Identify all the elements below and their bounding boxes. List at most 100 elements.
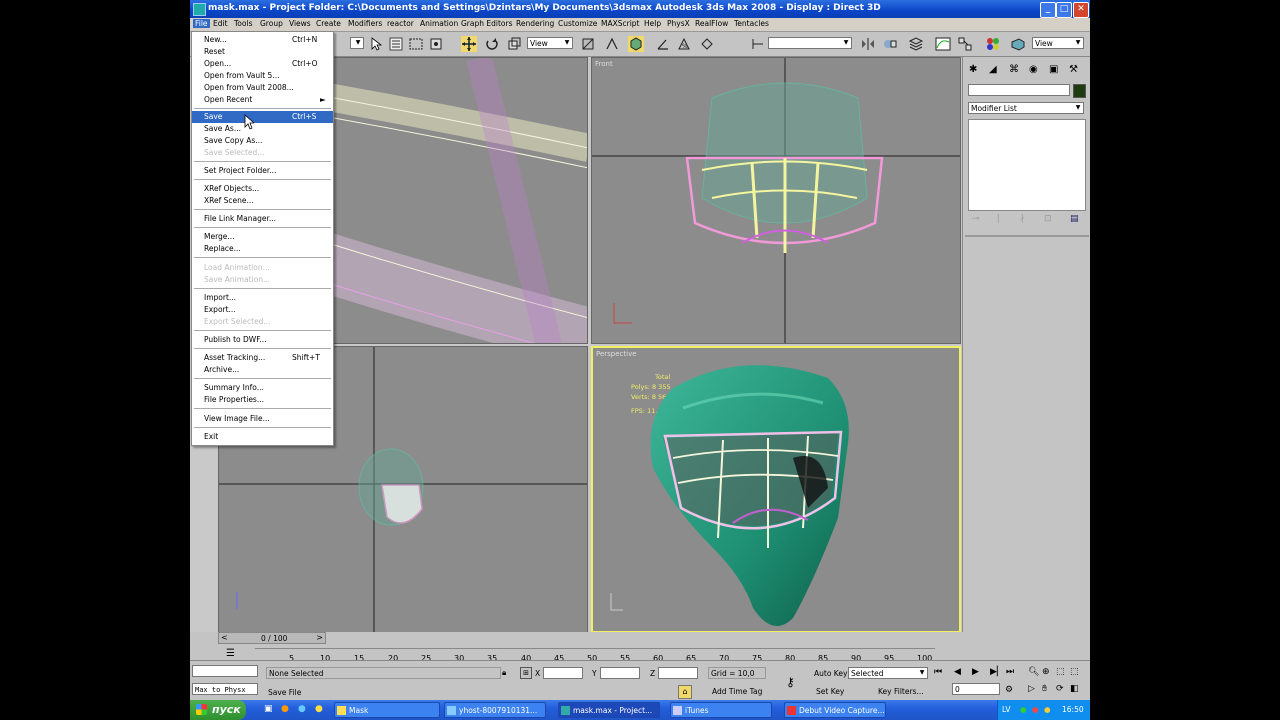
make-unique-icon[interactable]: ∤: [1020, 214, 1025, 224]
zoom-extents-icon[interactable]: ⬚: [1056, 667, 1065, 677]
menu-item-save-copy-as[interactable]: Save Copy As...: [192, 135, 333, 147]
layer-manager-icon[interactable]: [908, 36, 924, 52]
menu-reactor[interactable]: reactor: [387, 19, 414, 28]
menu-item-exit[interactable]: Exit: [192, 431, 333, 443]
time-configuration-icon[interactable]: ⚙: [1005, 685, 1013, 695]
go-to-start-icon[interactable]: ⏮: [934, 667, 942, 677]
menu-item-save-as[interactable]: Save As...: [192, 123, 333, 135]
scale-icon[interactable]: [506, 36, 522, 52]
viewport-front[interactable]: Front: [591, 57, 961, 344]
menu-rendering[interactable]: Rendering: [516, 19, 554, 28]
auto-key-button[interactable]: Auto Key: [814, 669, 847, 678]
select-object-icon[interactable]: [368, 36, 384, 52]
rotate-icon[interactable]: [484, 36, 500, 52]
menu-tools[interactable]: Tools: [234, 19, 252, 28]
menu-animation[interactable]: Animation: [420, 19, 458, 28]
menu-item-new[interactable]: New... Ctrl+N: [192, 34, 333, 46]
configure-modifier-sets-icon[interactable]: ▤: [1070, 214, 1079, 224]
move-icon[interactable]: [461, 36, 477, 52]
time-tag-icon[interactable]: ⌂: [678, 685, 692, 699]
tray-app-icon[interactable]: ●: [1032, 705, 1039, 714]
quick-launch-firefox-icon[interactable]: ●: [281, 704, 289, 714]
menu-help[interactable]: Help: [644, 19, 661, 28]
region-select-icon[interactable]: [408, 36, 424, 52]
curve-editor-icon[interactable]: [935, 36, 951, 52]
menu-item-reset[interactable]: Reset: [192, 46, 333, 58]
taskbar-item-3dsmax[interactable]: mask.max - Project...: [558, 702, 660, 718]
absolute-mode-icon[interactable]: ⊞: [520, 667, 532, 679]
z-coordinate-field[interactable]: [658, 667, 698, 679]
maxscript-mini-listener[interactable]: [192, 665, 258, 677]
quick-launch-ie-icon[interactable]: ●: [298, 704, 306, 714]
modifier-stack[interactable]: [968, 119, 1086, 211]
taskbar-item-debut-video-capture[interactable]: Debut Video Capture...: [784, 702, 886, 718]
viewport-perspective[interactable]: Perspective Total Polys: 8 355 Verts: 8 …: [591, 346, 961, 633]
y-coordinate-field[interactable]: [600, 667, 640, 679]
menu-item-export[interactable]: Export...: [192, 304, 333, 316]
render-type-combo[interactable]: View ▼: [1032, 37, 1084, 49]
select-by-name-icon[interactable]: [388, 36, 404, 52]
taskbar-item-itunes[interactable]: iTunes: [670, 702, 772, 718]
create-tab-icon[interactable]: ✱: [969, 64, 977, 75]
window-crossing-icon[interactable]: [428, 36, 444, 52]
zoom-icon[interactable]: 🔍︎: [1028, 667, 1039, 677]
pivot-icon[interactable]: [580, 36, 596, 52]
object-color-swatch[interactable]: [1073, 84, 1086, 98]
edit-named-selection-icon[interactable]: [750, 36, 766, 52]
angle-snap-icon[interactable]: [655, 36, 671, 52]
menu-create[interactable]: Create: [316, 19, 341, 28]
maximize-button[interactable]: □: [1056, 2, 1072, 18]
menu-realflow[interactable]: RealFlow: [695, 19, 728, 28]
go-to-end-icon[interactable]: ⏭: [1006, 667, 1014, 677]
selection-filter-combo[interactable]: ▼: [350, 37, 364, 49]
menu-edit[interactable]: Edit: [213, 19, 228, 28]
quick-launch-folder-icon[interactable]: ●: [315, 704, 323, 714]
menu-tentacles[interactable]: Tentacles: [734, 19, 769, 28]
next-frame-icon[interactable]: ▶▏: [990, 667, 1004, 677]
menu-item-publish-to-dwf[interactable]: Publish to DWF...: [192, 334, 333, 346]
tray-app-icon[interactable]: ●: [1044, 705, 1051, 714]
taskbar-item-browser[interactable]: yhost-8007910131...: [444, 702, 546, 718]
object-name-field[interactable]: [968, 84, 1070, 96]
menu-item-open-recent[interactable]: Open Recent ►: [192, 94, 333, 106]
menu-item-set-project-folder[interactable]: Set Project Folder...: [192, 165, 333, 177]
menu-views[interactable]: Views: [289, 19, 311, 28]
mirror-icon[interactable]: [860, 36, 876, 52]
hierarchy-tab-icon[interactable]: ⌘: [1009, 64, 1019, 75]
snap-3d-icon[interactable]: [628, 36, 644, 52]
tray-app-icon[interactable]: ●: [1020, 705, 1027, 714]
taskbar-item-mask-folder[interactable]: Mask: [334, 702, 440, 718]
zoom-extents-all-icon[interactable]: ⬚: [1070, 667, 1079, 677]
menu-item-replace[interactable]: Replace...: [192, 243, 333, 255]
close-button[interactable]: ✕: [1073, 2, 1089, 18]
modify-tab-icon[interactable]: ◢: [989, 64, 997, 75]
menu-file[interactable]: File: [193, 19, 210, 28]
manipulate-icon[interactable]: [604, 36, 620, 52]
menu-item-open-from-vault-2008[interactable]: Open from Vault 2008...: [192, 82, 333, 94]
menu-item-summary-info[interactable]: Summary Info...: [192, 382, 333, 394]
set-key-button[interactable]: Set Key: [816, 687, 844, 696]
minimize-button[interactable]: _: [1040, 2, 1056, 18]
display-tab-icon[interactable]: ▣: [1049, 64, 1058, 75]
menu-group[interactable]: Group: [260, 19, 283, 28]
menu-graph-editors[interactable]: Graph Editors: [461, 19, 513, 28]
pin-stack-icon[interactable]: ⊸: [972, 214, 980, 224]
play-icon[interactable]: ▶: [972, 667, 979, 677]
lock-selection-icon[interactable]: 🔒︎: [502, 668, 506, 678]
track-bar-toggle-icon[interactable]: ☰: [226, 648, 235, 659]
material-editor-icon[interactable]: [985, 36, 1001, 52]
menu-item-save[interactable]: Save Ctrl+S: [192, 111, 333, 123]
previous-frame-icon[interactable]: ◀: [954, 667, 961, 677]
menu-item-xref-objects[interactable]: XRef Objects...: [192, 183, 333, 195]
x-coordinate-field[interactable]: [543, 667, 583, 679]
menu-item-file-link-manager[interactable]: File Link Manager...: [192, 213, 333, 225]
menu-physx[interactable]: PhysX: [667, 19, 690, 28]
key-mode-combo[interactable]: Selected ▼: [848, 667, 928, 679]
named-selection-combo[interactable]: ▼: [768, 37, 852, 49]
quick-launch-desktop-icon[interactable]: ▣: [264, 704, 273, 714]
pan-icon[interactable]: ✋︎: [1042, 684, 1047, 694]
percent-snap-icon[interactable]: %: [676, 36, 692, 52]
zoom-all-icon[interactable]: ⊕: [1042, 667, 1050, 677]
menu-item-archive[interactable]: Archive...: [192, 364, 333, 376]
current-frame-field[interactable]: 0: [952, 683, 1000, 695]
